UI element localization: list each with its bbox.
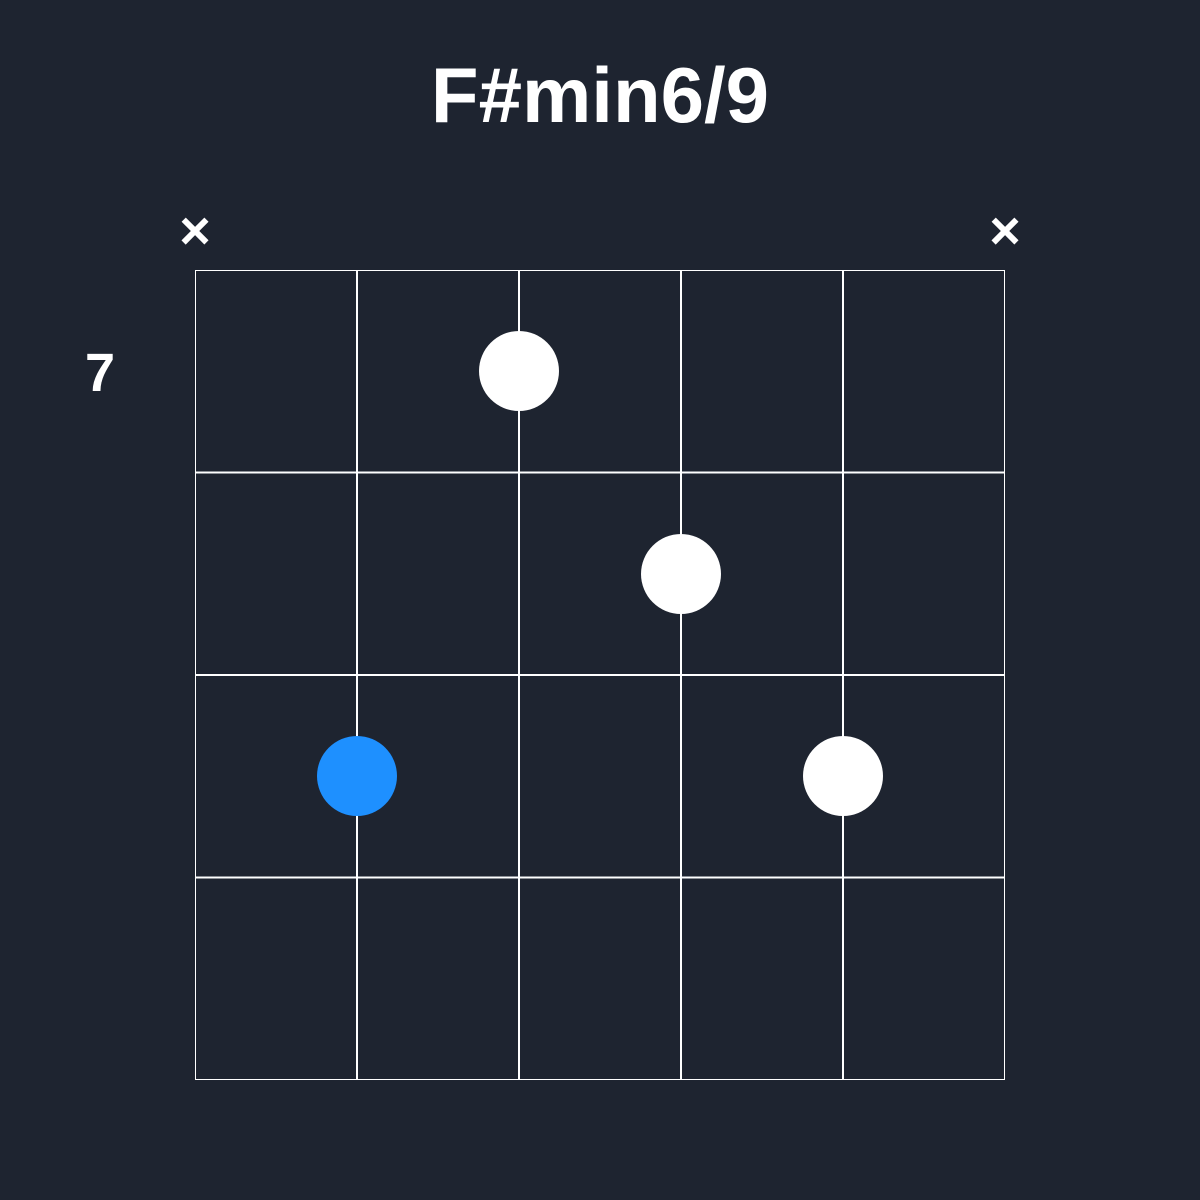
- chord-title: F#min6/9: [0, 50, 1200, 141]
- finger-dot: [803, 736, 883, 816]
- start-fret-label: 7: [85, 342, 115, 404]
- mute-mark-string-1: ×: [175, 200, 215, 262]
- finger-dot: [479, 331, 559, 411]
- finger-dot: [641, 534, 721, 614]
- chord-diagram: 7 × ×: [195, 270, 1005, 1080]
- fretboard-grid: [195, 270, 1005, 1080]
- finger-dot-root: [317, 736, 397, 816]
- mute-mark-string-6: ×: [985, 200, 1025, 262]
